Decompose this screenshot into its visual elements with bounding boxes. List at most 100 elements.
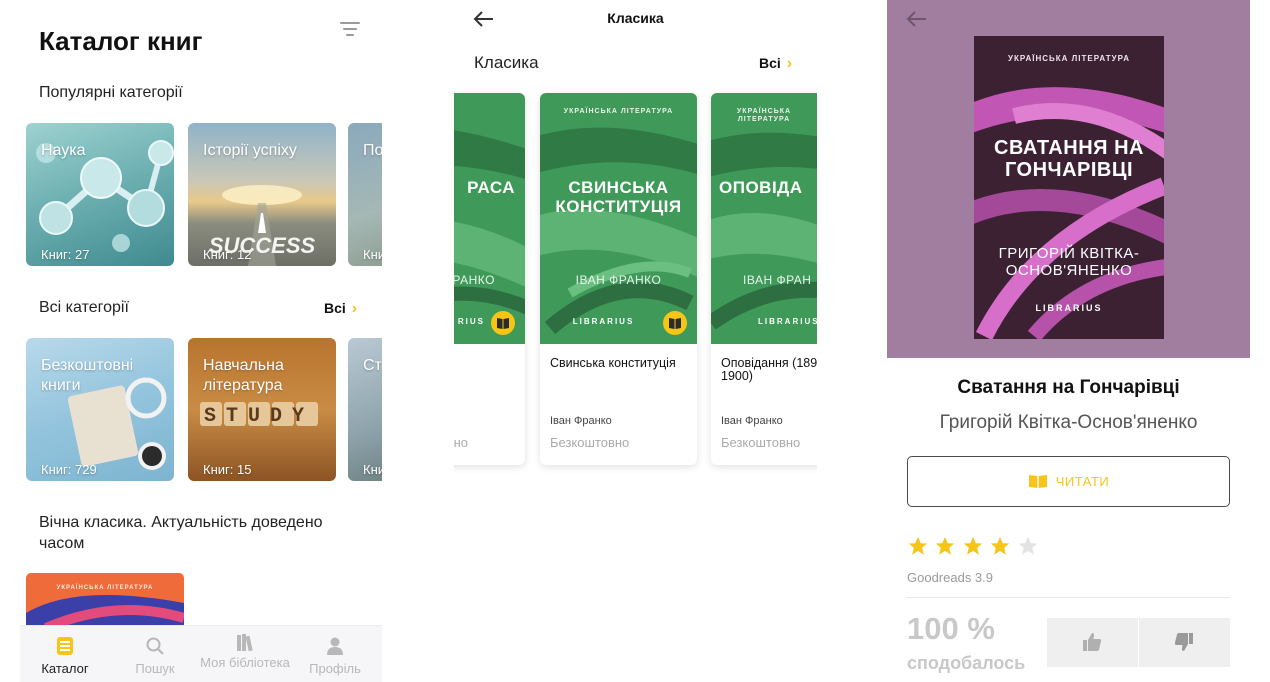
star-filled-icon	[936, 536, 955, 555]
search-icon	[146, 637, 164, 655]
profile-icon	[327, 637, 343, 655]
page-title: Класика	[607, 10, 664, 26]
see-all-label: Всі	[759, 55, 781, 71]
book-title: Оповідання (1896–1900)	[721, 356, 817, 383]
category-count: Книг: 12	[203, 247, 252, 262]
book-badge-icon	[663, 311, 687, 335]
rating-stars	[907, 535, 1040, 559]
cover-title: РАСА	[467, 178, 515, 197]
book-card[interactable]: УКРАЇНСЬКА ЛІТЕРАТУРА ОПОВІДА ІВАН ФРАН …	[711, 93, 817, 465]
book-price: Безкоштовно	[550, 435, 630, 450]
like-button[interactable]	[1047, 618, 1138, 667]
brush-stroke-art	[454, 130, 525, 315]
category-count: Книг: 729	[41, 462, 97, 477]
back-arrow-icon[interactable]	[906, 10, 928, 28]
popular-categories-label: Популярні категорії	[39, 84, 183, 101]
book-cover: УКРАЇНСЬКА ЛІТЕРАТУРА СВИНСЬКА КОНСТИТУЦ…	[540, 93, 697, 344]
tab-catalog[interactable]: Каталог	[20, 626, 110, 682]
cover-author: ГРИГОРІЙ КВІТКА-ОСНОВ'ЯНЕНКО	[998, 245, 1140, 279]
cover-hero: УКРАЇНСЬКА ЛІТЕРАТУРА СВАТАННЯ НА ГОНЧАР…	[887, 0, 1250, 358]
bottom-tab-bar: Каталог Пошук Моя бібліотека Профіль	[20, 625, 382, 682]
cover-series: УКРАЇНСЬКА ЛІТЕРАТУРА	[736, 108, 792, 123]
book-badge-icon	[491, 311, 515, 335]
book-detail-screen: УКРАЇНСЬКА ЛІТЕРАТУРА СВАТАННЯ НА ГОНЧАР…	[887, 0, 1250, 682]
brush-stroke-art	[974, 87, 1164, 339]
category-name: Ст	[363, 357, 382, 374]
thumbs-down-icon	[1174, 633, 1193, 651]
all-categories-label: Всі категорії	[39, 299, 129, 316]
liked-label: сподобалось	[907, 653, 1026, 673]
classic-book-cover[interactable]: УКРАЇНСЬКА ЛІТЕРАТУРА	[26, 573, 184, 633]
category-name: Наука	[41, 142, 86, 159]
category-count: Книг: 27	[41, 247, 90, 262]
cover-author: ІВАН ФРАН	[743, 273, 812, 287]
star-filled-icon	[963, 536, 983, 555]
liked-percent: 100 %	[907, 611, 995, 646]
category-count: Книг: 15	[203, 462, 252, 477]
library-icon	[237, 634, 253, 652]
book-cover: УКРАЇНСЬКА ЛІТЕРАТУРА СВАТАННЯ НА ГОНЧАР…	[974, 36, 1164, 339]
cover-series: УКРАЇНСЬКА ЛІТЕРАТУРА	[56, 585, 154, 591]
category-tile-success-stories[interactable]: SUCCESS Історії успіху Книг: 12	[188, 123, 336, 266]
brush-stroke-art	[711, 132, 817, 330]
see-all-link[interactable]: Всі ›	[759, 55, 792, 73]
category-count: Кни	[363, 247, 382, 262]
book-author: Григорій Квітка-Основ'яненко	[939, 412, 1198, 433]
category-name: По ми	[363, 142, 382, 159]
star-empty-icon	[1018, 536, 1037, 555]
cover-publisher: LIBRARIUS	[572, 317, 635, 326]
category-count: Кни	[363, 462, 382, 477]
book-card[interactable]: РАСА ФРАНКО RIUS но	[454, 93, 525, 465]
chevron-right-icon: ›	[351, 300, 358, 317]
brush-stroke-art	[540, 127, 697, 335]
cover-publisher: LIBRARIUS	[1035, 303, 1103, 313]
divider	[907, 597, 1230, 598]
book-cover: УКРАЇНСЬКА ЛІТЕРАТУРА ОПОВІДА ІВАН ФРАН …	[711, 93, 817, 344]
cover-art	[26, 595, 184, 633]
book-price: Безкоштовно	[721, 435, 801, 450]
study-text: STUDY	[204, 405, 314, 428]
tab-profile[interactable]: Профіль	[290, 626, 380, 682]
read-button[interactable]: ЧИТАТИ	[907, 456, 1230, 507]
book-title: Свинська конституція	[550, 356, 676, 370]
page-title: Каталог книг	[39, 26, 203, 56]
category-tile-partial-2[interactable]: Ст Кни	[348, 338, 382, 481]
section-title: Класика	[474, 53, 539, 72]
category-name: Навчальна література	[203, 357, 284, 394]
open-book-icon	[1028, 475, 1047, 488]
filter-icon[interactable]	[338, 18, 362, 40]
classics-heading: Вічна класика. Актуальність доведено час…	[39, 514, 323, 552]
book-card[interactable]: УКРАЇНСЬКА ЛІТЕРАТУРА СВИНСЬКА КОНСТИТУЦ…	[540, 93, 697, 465]
star-filled-icon	[908, 536, 928, 555]
chevron-right-icon: ›	[786, 55, 793, 72]
category-tile-educational[interactable]: STUDY Навчальна література Книг: 15	[188, 338, 336, 481]
cover-title: СВИНСЬКА КОНСТИТУЦІЯ	[555, 178, 682, 216]
book-cover: РАСА ФРАНКО RIUS	[454, 93, 525, 344]
all-categories-link[interactable]: Всі ›	[324, 300, 357, 318]
star-filled-icon	[991, 536, 1010, 555]
tab-label: Каталог	[41, 661, 89, 676]
thumbs-up-icon	[1083, 633, 1102, 651]
cover-series: УКРАЇНСЬКА ЛІТЕРАТУРА	[563, 108, 674, 115]
all-link-label: Всі	[324, 300, 346, 316]
read-label: ЧИТАТИ	[1055, 474, 1110, 489]
dislike-button[interactable]	[1139, 618, 1230, 667]
book-author: Іван Франко	[721, 415, 783, 427]
catalog-icon	[57, 637, 73, 655]
catalog-screen: Каталог книг Популярні категорії Наука К…	[20, 0, 382, 682]
book-title: Сватання на Гончарівці	[957, 377, 1180, 398]
category-tile-partial[interactable]: По ми Кни	[348, 123, 382, 266]
category-name: Безкоштовні книги	[41, 357, 134, 394]
category-tile-free-books[interactable]: Безкоштовні книги Книг: 729	[26, 338, 174, 481]
cover-publisher: LIBRARIUS	[758, 317, 817, 326]
category-tile-science[interactable]: Наука Книг: 27	[26, 123, 174, 266]
cover-title: ОПОВІДА	[719, 178, 803, 197]
category-name: Історії успіху	[203, 142, 297, 159]
cover-author: ФРАНКО	[454, 273, 495, 287]
cover-publisher: RIUS	[457, 317, 485, 326]
cover-series: УКРАЇНСЬКА ЛІТЕРАТУРА	[1007, 54, 1130, 63]
cover-author: ІВАН ФРАНКО	[575, 273, 662, 287]
tab-my-library[interactable]: Моя бібліотека	[200, 626, 290, 682]
tab-search[interactable]: Пошук	[110, 626, 200, 682]
goodreads-rating: Goodreads 3.9	[907, 570, 994, 585]
